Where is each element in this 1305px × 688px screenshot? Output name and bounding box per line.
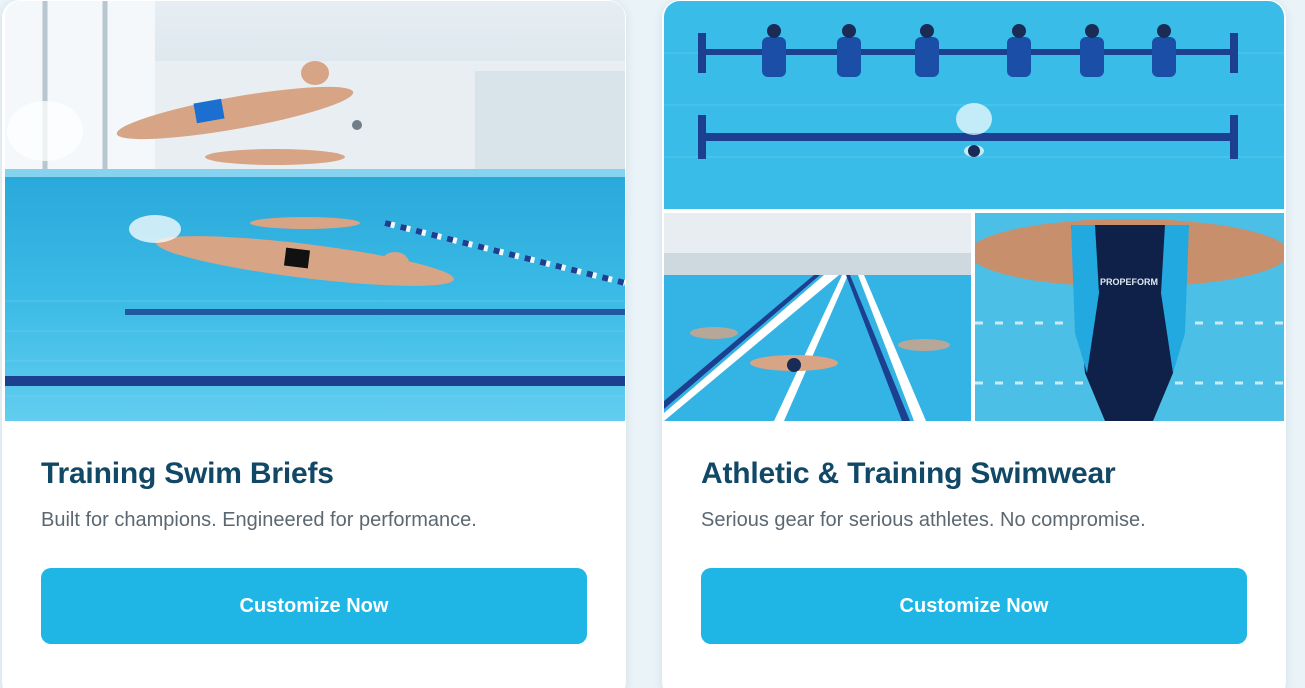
suit-logo: PROPEFORM	[1100, 277, 1158, 287]
card-description: Serious gear for serious athletes. No co…	[701, 509, 1146, 531]
customize-now-button[interactable]: Customize Now	[41, 568, 587, 644]
card-title: Athletic & Training Swimwear	[701, 457, 1116, 490]
product-card-athletic-swimwear[interactable]: PROPEFORM Athletic & Training Swimwear S…	[662, 0, 1286, 688]
relay-start-photo	[664, 1, 1284, 209]
athletic-swimwear-collage: PROPEFORM	[664, 1, 1284, 421]
product-card-grid: Training Swim Briefs Built for champions…	[0, 0, 1305, 688]
customize-now-button[interactable]: Customize Now	[701, 568, 1247, 644]
card-title: Training Swim Briefs	[41, 457, 334, 490]
card-body: Athletic & Training Swimwear Serious gea…	[701, 454, 1249, 644]
card-description: Built for champions. Engineered for perf…	[41, 509, 477, 531]
product-card-swim-briefs[interactable]: Training Swim Briefs Built for champions…	[2, 0, 626, 688]
swim-briefs-photo	[5, 1, 625, 421]
racing-suit-back-photo: PROPEFORM	[975, 213, 1284, 421]
lap-swim-photo	[664, 213, 971, 421]
card-body: Training Swim Briefs Built for champions…	[41, 454, 589, 644]
